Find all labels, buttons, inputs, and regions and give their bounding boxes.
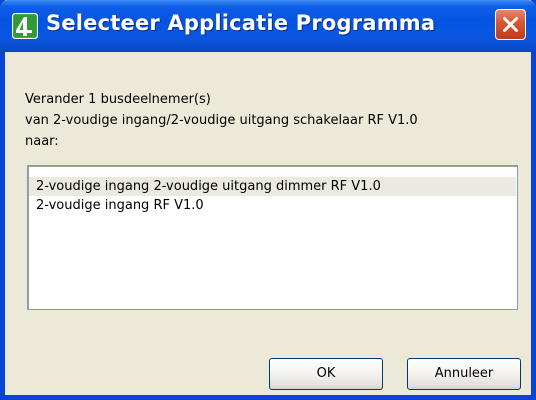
dialog-window: Selecteer Applicatie Programma Verander … [0, 0, 536, 400]
close-icon [503, 17, 518, 32]
app-icon [11, 12, 39, 40]
message-line: van 2-voudige ingang/2-voudige uitgang s… [25, 113, 418, 128]
cancel-button[interactable]: Annuleer [407, 358, 521, 390]
title-bar[interactable]: Selecteer Applicatie Programma [0, 0, 536, 52]
message-line: Verander 1 busdeelnemer(s) [25, 92, 211, 107]
list-item[interactable]: 2-voudige ingang RF V1.0 [29, 196, 516, 215]
window-title: Selecteer Applicatie Programma [46, 11, 436, 35]
close-button[interactable] [495, 9, 526, 40]
message-text: Verander 1 busdeelnemer(s) van 2-voudige… [25, 89, 418, 152]
list-item[interactable]: 2-voudige ingang 2-voudige uitgang dimme… [29, 177, 516, 196]
ok-button[interactable]: OK [269, 358, 383, 390]
application-program-list[interactable]: 2-voudige ingang 2-voudige uitgang dimme… [27, 165, 518, 310]
message-line: naar: [25, 134, 59, 149]
